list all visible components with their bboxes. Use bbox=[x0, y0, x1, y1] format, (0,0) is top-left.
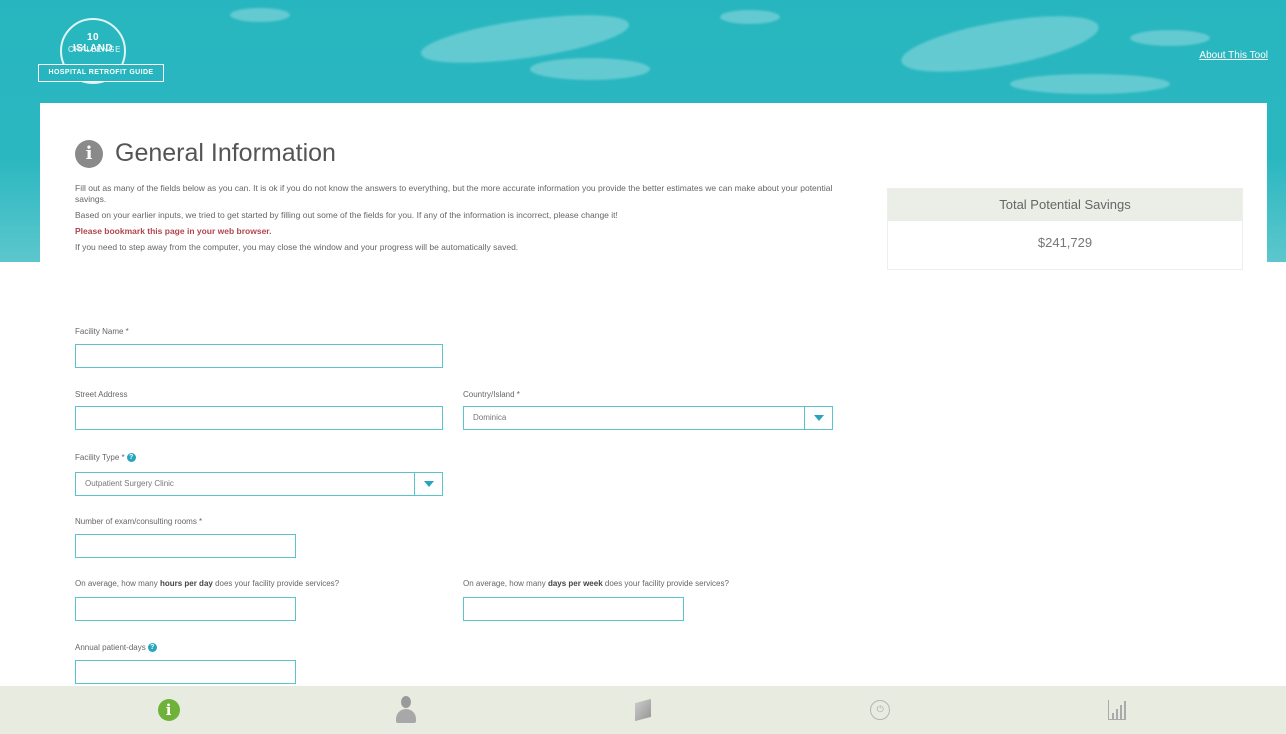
days-label-pre: On average, how many bbox=[463, 579, 548, 588]
chevron-down-icon[interactable] bbox=[804, 407, 832, 429]
intro-text: Fill out as many of the fields below as … bbox=[75, 183, 845, 258]
nav-staff[interactable] bbox=[376, 690, 436, 730]
help-icon[interactable]: ? bbox=[147, 643, 157, 652]
logo-tag: HOSPITAL RETROFIT GUIDE bbox=[38, 64, 164, 82]
rooms-label: Number of exam/consulting rooms * bbox=[75, 517, 203, 526]
hours-label-bold: hours per day bbox=[159, 579, 213, 588]
help-icon[interactable]: ? bbox=[126, 453, 136, 462]
rooms-input[interactable] bbox=[75, 534, 296, 558]
patient-days-input[interactable] bbox=[75, 660, 296, 684]
outlet-icon: ⏻ bbox=[870, 700, 891, 720]
savings-label: Total Potential Savings bbox=[888, 189, 1242, 221]
logo-subtitle: CHALLENGE bbox=[68, 45, 121, 54]
building-icon bbox=[634, 698, 651, 722]
facility-type-select[interactable]: Outpatient Surgery Clinic bbox=[75, 472, 443, 496]
days-per-week-label: On average, how many days per week does … bbox=[463, 579, 729, 588]
facility-type-label: Facility Type * bbox=[75, 453, 125, 462]
nav-general-info[interactable]: i bbox=[139, 690, 199, 730]
intro-paragraph-4: If you need to step away from the comput… bbox=[75, 242, 519, 252]
intro-paragraph-2: Based on your earlier inputs, we tried t… bbox=[75, 210, 618, 220]
facility-name-input[interactable] bbox=[75, 344, 443, 368]
intro-paragraph-1: Fill out as many of the fields below as … bbox=[75, 183, 833, 204]
facility-type-selected-value: Outpatient Surgery Clinic bbox=[85, 479, 174, 488]
chevron-down-icon[interactable] bbox=[414, 473, 442, 495]
patient-days-label: Annual patient-days bbox=[75, 643, 146, 652]
days-label-bold: days per week bbox=[547, 579, 603, 588]
person-icon bbox=[395, 696, 417, 724]
facility-type-label-row: Facility Type *? bbox=[75, 453, 136, 462]
nav-equipment[interactable]: ⏻ bbox=[850, 690, 910, 730]
facility-name-label: Facility Name * bbox=[75, 327, 129, 336]
hours-label-pre: On average, how many bbox=[75, 579, 160, 588]
info-icon: i bbox=[75, 139, 103, 168]
about-this-tool-link[interactable]: About This Tool bbox=[1199, 50, 1268, 61]
days-label-post: does your facility provide services? bbox=[602, 579, 729, 588]
hours-per-day-label: On average, how many hours per day does … bbox=[75, 579, 339, 588]
patient-days-label-row: Annual patient-days? bbox=[75, 643, 157, 652]
savings-box: Total Potential Savings $241,729 bbox=[887, 188, 1243, 270]
street-address-input[interactable] bbox=[75, 406, 443, 430]
days-per-week-input[interactable] bbox=[463, 597, 684, 621]
page-title: General Information bbox=[115, 139, 336, 167]
main-panel: i General Information Fill out as many o… bbox=[40, 103, 1267, 693]
nav-building[interactable] bbox=[613, 690, 673, 730]
bar-chart-icon bbox=[1108, 700, 1127, 720]
nav-results[interactable] bbox=[1087, 690, 1147, 730]
bookmark-warning: Please bookmark this page in your web br… bbox=[75, 226, 272, 236]
hours-per-day-input[interactable] bbox=[75, 597, 296, 621]
info-icon: i bbox=[157, 699, 180, 721]
hours-label-post: does your facility provide services? bbox=[212, 579, 340, 588]
logo[interactable]: 10 ISLAND CHALLENGE HOSPITAL RETROFIT GU… bbox=[38, 18, 164, 88]
country-select[interactable]: Dominica bbox=[463, 406, 833, 430]
country-selected-value: Dominica bbox=[473, 413, 507, 422]
country-label: Country/Island * bbox=[463, 390, 520, 399]
title-row: i General Information bbox=[75, 139, 336, 168]
street-address-label: Street Address bbox=[75, 390, 128, 399]
bottom-nav: i ⏻ bbox=[0, 686, 1286, 734]
savings-value: $241,729 bbox=[1037, 235, 1093, 250]
